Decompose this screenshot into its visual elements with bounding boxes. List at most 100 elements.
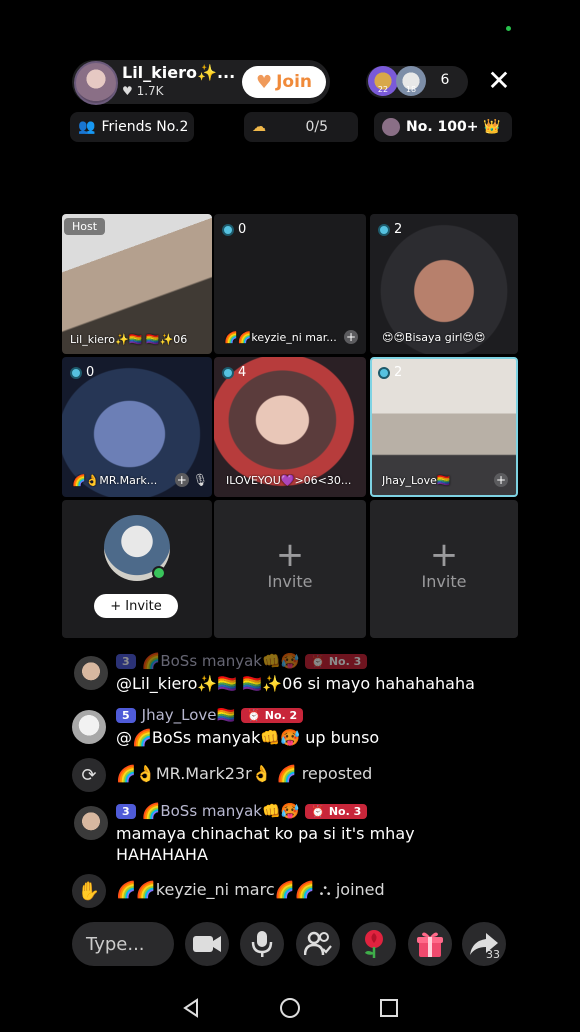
gift-button[interactable] [408, 922, 452, 966]
tile-name: 🌈👌MR.Mark... [72, 473, 158, 487]
tile-name: Jhay_Love🏳️‍🌈 [382, 473, 451, 487]
invite-slot[interactable]: + Invite [370, 500, 518, 638]
guest-tile-active[interactable]: 2 Jhay_Love🏳️‍🌈 + [370, 357, 518, 497]
viewer-badge: 18 [405, 85, 417, 94]
chat-message: 5 Jhay_Love🏳️‍🌈 ⏰ No. 2 @🌈BoSs manyak👊🥵 … [72, 704, 532, 752]
mic-muted-icon: 🎙 [192, 473, 208, 487]
chat-text: @🌈BoSs manyak👊🥵 up bunso [116, 728, 380, 747]
join-label: Join [276, 72, 313, 92]
host-avatar[interactable] [74, 61, 118, 105]
room-rank-label: No. 100+ 👑 [406, 119, 501, 135]
follow-plus-icon[interactable]: + [174, 473, 189, 487]
rank-avatar [382, 118, 400, 136]
invite-slot-label: Invite [421, 572, 467, 591]
tile-count: 2 [394, 365, 403, 380]
viewer-badge: 22 [377, 85, 389, 94]
gem-icon [222, 366, 234, 379]
friends-rank-chip[interactable]: 👥 Friends No.2 [70, 112, 194, 142]
back-nav-button[interactable] [179, 996, 203, 1020]
back-icon [183, 998, 198, 1018]
rank-badge: ⏰ No. 3 [305, 653, 368, 669]
tile-name: ILOVEYOU💜>06<30... [226, 474, 352, 487]
level-badge: 3 [116, 653, 136, 669]
gem-icon [378, 366, 390, 379]
join-button[interactable]: ♥ Join [242, 66, 326, 98]
repost-text: 🌈👌MR.Mark23r👌 🌈 reposted [116, 764, 373, 783]
users-icon: 👥 [78, 119, 96, 135]
close-icon[interactable]: ✕ [484, 66, 514, 96]
guest-tile-host[interactable]: Lil_kiero✨🏳️‍🌈 🏳️‍🌈✨06 [62, 214, 212, 354]
chat-avatar[interactable] [74, 656, 108, 690]
tile-count: 4 [238, 365, 247, 380]
wave-icon: ✋ [72, 874, 106, 908]
repost-icon: ⟳ [72, 758, 106, 792]
chat-meta: 3 🌈BoSs manyak👊🥵 ⏰ No. 3 [116, 802, 368, 820]
viewer-avatar[interactable]: 18 [396, 66, 426, 96]
comment-input[interactable]: Type... [72, 922, 174, 966]
joined-text: 🌈🌈keyzie_ni marc🌈🌈 ⛬ joined [116, 880, 385, 899]
rank-badge: ⏰ No. 2 [241, 707, 304, 723]
chat-username[interactable]: 🌈BoSs manyak👊🥵 [142, 802, 300, 820]
chat-username[interactable]: Jhay_Love🏳️‍🌈 [142, 706, 236, 724]
chat-text: HAHAHAHA [116, 845, 208, 864]
level-badge: 3 [116, 803, 136, 819]
rose-gift-button[interactable] [352, 922, 396, 966]
host-name: Lil_kiero✨... [122, 63, 236, 82]
chat-text: mamaya chinachat ko pa si it's mhay [116, 824, 415, 843]
host-likes: ♥ 1.7K [122, 84, 164, 98]
guest-tile[interactable]: 4 ILOVEYOU💜>06<30... [214, 357, 366, 497]
friends-rank-label: Friends No.2 [101, 119, 189, 135]
cloud-icon: ☁ [252, 119, 266, 135]
tile-count: 0 [238, 222, 247, 237]
level-badge: 5 [116, 707, 136, 723]
tile-count: 0 [86, 365, 95, 380]
tile-name: 🌈🌈keyzie_ni mar... [224, 330, 337, 344]
goal-progress-value: 0/5 [305, 119, 328, 135]
camera-icon [193, 936, 221, 952]
online-indicator [152, 566, 166, 580]
guests-button[interactable] [296, 922, 340, 966]
share-count: 33 [486, 948, 500, 961]
chat-username[interactable]: 🌈BoSs manyak👊🥵 [142, 652, 300, 670]
gem-icon [222, 223, 234, 236]
chat-system-row: ⟳ 🌈👌MR.Mark23r👌 🌈 reposted [72, 758, 532, 792]
tile-count: 2 [394, 222, 403, 237]
mic-icon [251, 931, 273, 957]
chat-message: 3 🌈BoSs manyak👊🥵 ⏰ No. 3 mamaya chinacha… [72, 800, 532, 866]
invite-slot-label: Invite [267, 572, 313, 591]
guest-tile[interactable]: 0 🌈🌈keyzie_ni mar... + [214, 214, 366, 354]
room-rank-chip[interactable]: No. 100+ 👑 [374, 112, 512, 142]
chat-message: 3 🌈BoSs manyak👊🥵 ⏰ No. 3 @Lil_kiero✨🏳️‍🌈… [72, 650, 532, 698]
chat-text: @Lil_kiero✨🏳️‍🌈 🏳️‍🌈✨06 si mayo hahahaha… [116, 674, 475, 693]
rose-icon [365, 930, 383, 958]
follow-plus-icon[interactable]: + [494, 473, 508, 487]
chat-avatar[interactable] [74, 806, 108, 840]
chat-meta: 3 🌈BoSs manyak👊🥵 ⏰ No. 3 [116, 652, 368, 670]
tile-name: 😍😍Bisaya girl😍😍 [382, 331, 486, 344]
host-tag: Host [64, 218, 106, 235]
mic-button[interactable] [240, 922, 284, 966]
follow-plus-icon[interactable]: + [344, 330, 358, 344]
camera-button[interactable] [185, 922, 229, 966]
goal-progress-chip[interactable]: ☁ 0/5 [244, 112, 358, 142]
plus-icon: + [429, 535, 459, 575]
gift-icon [417, 932, 443, 957]
recents-nav-button[interactable] [377, 996, 401, 1020]
guest-tile[interactable]: 2 😍😍Bisaya girl😍😍 [370, 214, 518, 354]
viewer-count[interactable]: 6 [430, 72, 460, 88]
chat-meta: 5 Jhay_Love🏳️‍🌈 ⏰ No. 2 [116, 706, 304, 724]
status-indicator [506, 26, 511, 31]
invite-button[interactable]: + Invite [94, 594, 178, 618]
home-nav-button[interactable] [278, 996, 302, 1020]
chat-system-row: ✋ 🌈🌈keyzie_ni marc🌈🌈 ⛬ joined [72, 874, 532, 908]
gem-icon [70, 366, 82, 379]
rank-badge: ⏰ No. 3 [305, 803, 368, 819]
viewer-avatar[interactable]: 22 [368, 66, 398, 96]
chat-avatar[interactable] [72, 710, 106, 744]
heart-plus-icon: ♥ [255, 71, 273, 93]
gem-icon [378, 223, 390, 236]
plus-icon: + [275, 535, 305, 575]
invite-slot[interactable]: + Invite [214, 500, 366, 638]
guest-tile[interactable]: 0 🌈👌MR.Mark... + 🎙 [62, 357, 212, 497]
tile-name: Lil_kiero✨🏳️‍🌈 🏳️‍🌈✨06 [70, 333, 188, 346]
